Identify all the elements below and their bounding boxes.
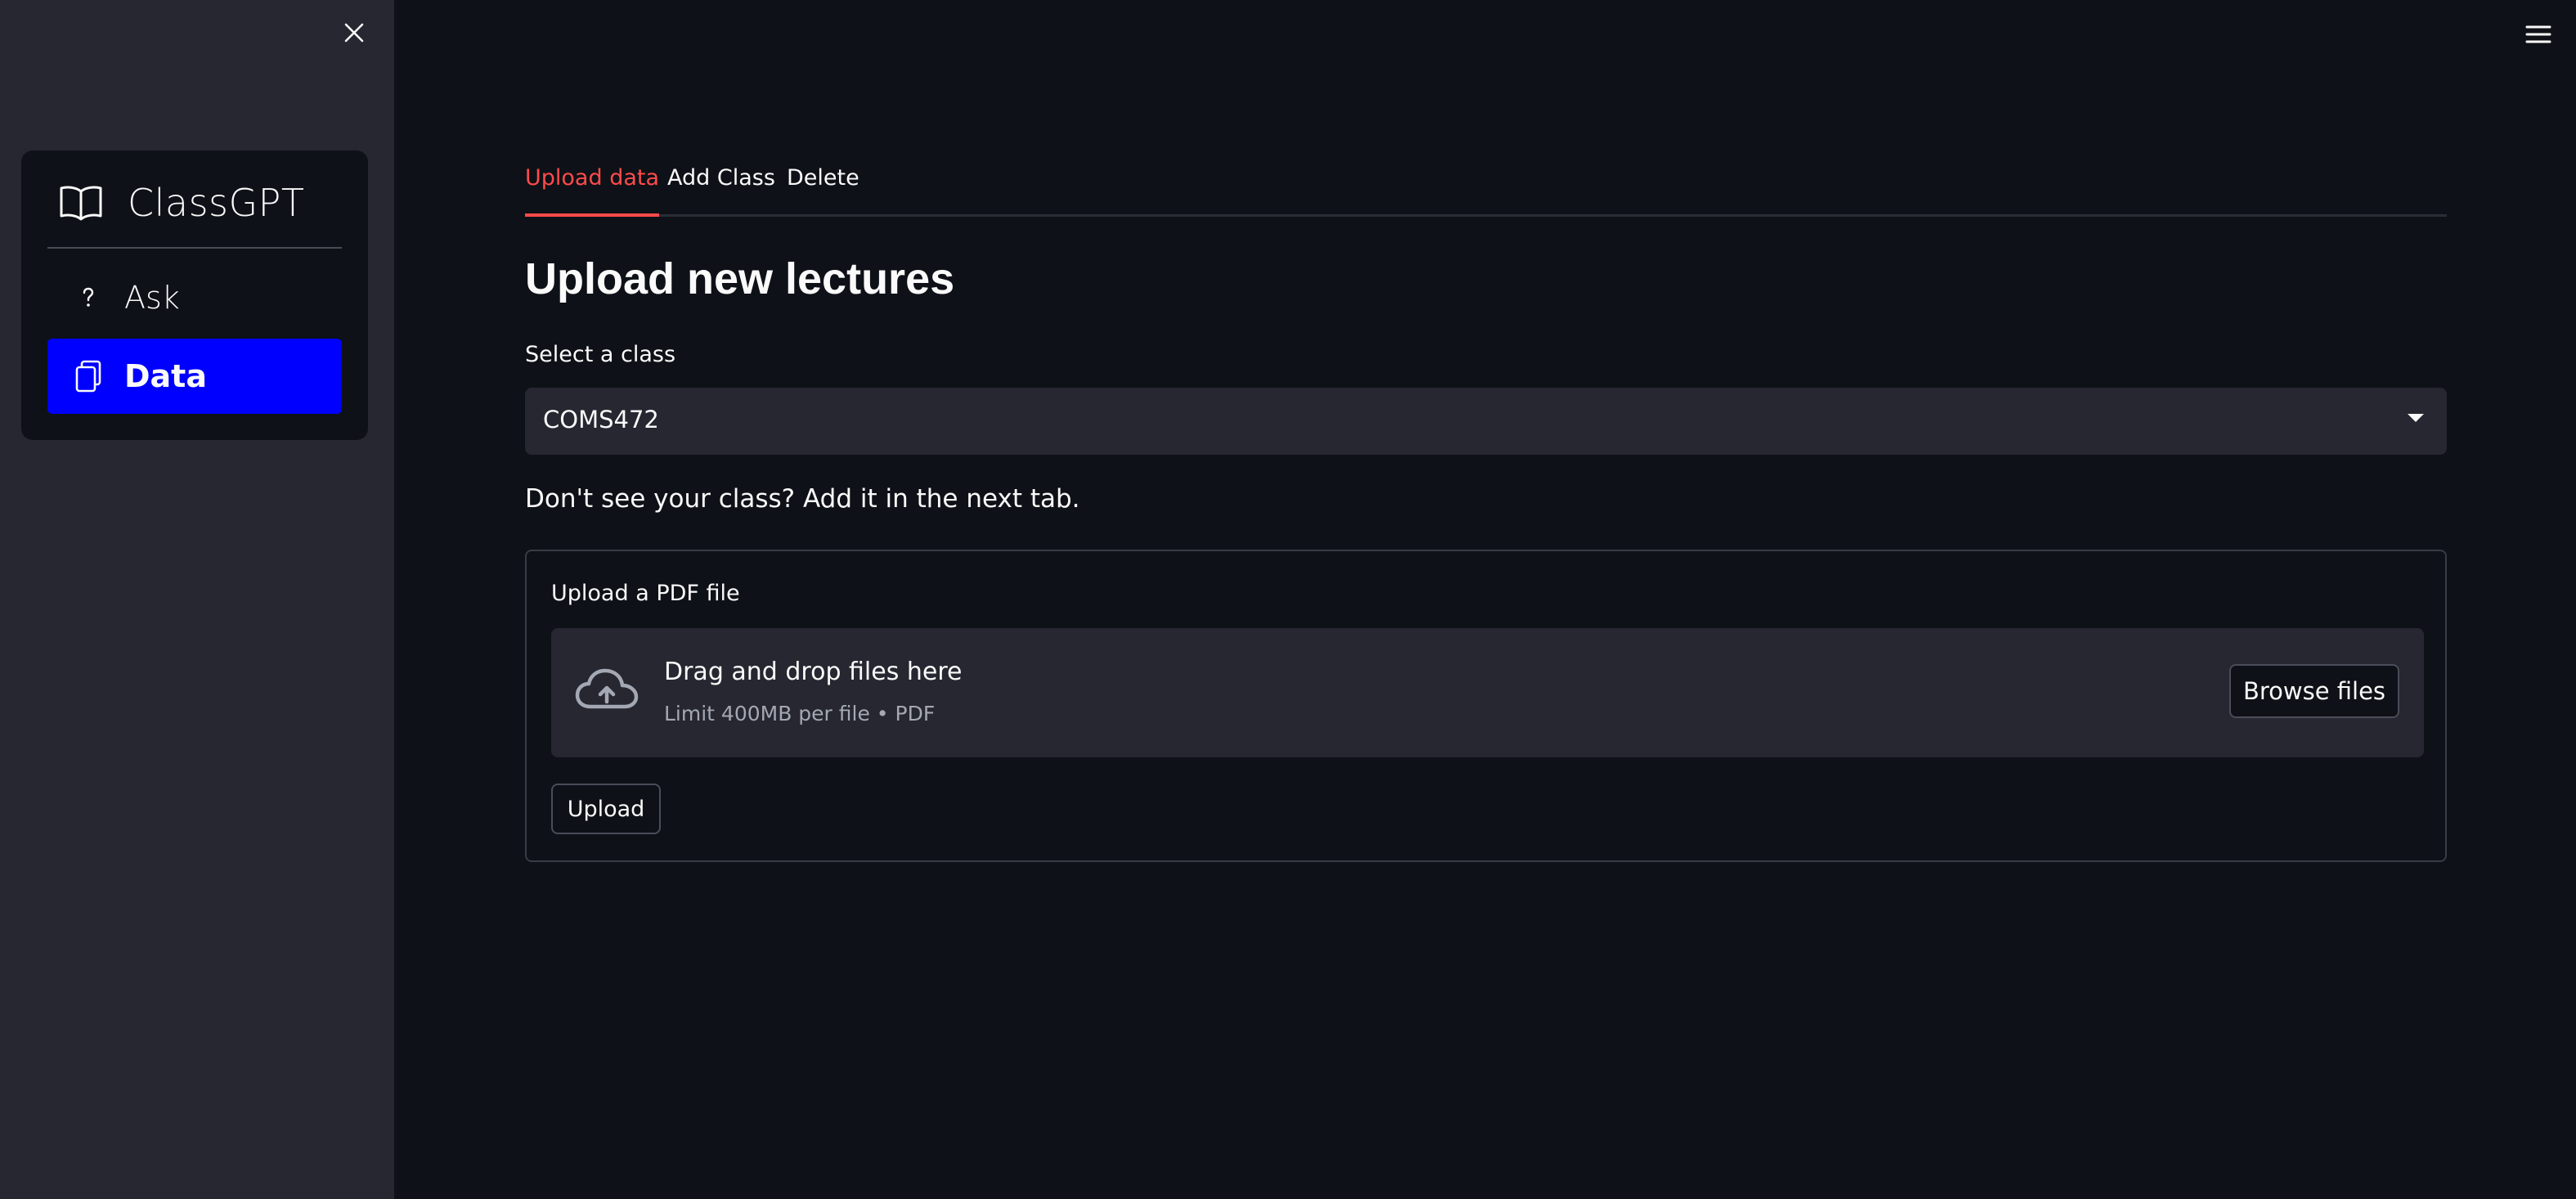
- tab-add-class[interactable]: Add Class: [667, 165, 775, 209]
- browse-files-button[interactable]: Browse files: [2229, 664, 2399, 718]
- files-icon: [72, 360, 105, 393]
- add-class-hint: Don't see your class? Add it in the next…: [525, 484, 1080, 514]
- tab-delete[interactable]: Delete: [787, 165, 859, 209]
- file-uploader-label: Upload a PDF file: [551, 581, 740, 606]
- nav-header: ClassGPT: [47, 175, 342, 231]
- class-select-label: Select a class: [525, 342, 676, 367]
- upload-button[interactable]: Upload: [551, 784, 661, 834]
- nav-divider: [47, 247, 342, 249]
- sidebar: ClassGPT Ask Data: [0, 0, 394, 1199]
- nav-item-label: Data: [124, 358, 207, 394]
- dropzone-title: Drag and drop files here: [664, 658, 963, 686]
- main-menu-button[interactable]: [2522, 20, 2555, 49]
- file-dropzone[interactable]: Drag and drop files here Limit 400MB per…: [551, 628, 2424, 757]
- book-open-icon: [60, 186, 102, 221]
- tab-bar: Upload data Add Class Delete: [525, 160, 2447, 217]
- class-select-value: COMS472: [543, 406, 659, 433]
- nav-item-ask[interactable]: Ask: [47, 260, 342, 335]
- close-icon: [344, 23, 364, 43]
- chevron-down-icon: [2408, 414, 2424, 422]
- upload-form: Upload a PDF file Drag and drop files he…: [525, 550, 2447, 862]
- app-title: ClassGPT: [128, 181, 305, 225]
- hamburger-menu-icon: [2525, 25, 2551, 43]
- nav-item-data[interactable]: Data: [47, 339, 342, 414]
- dropzone-limit-text: Limit 400MB per file • PDF: [664, 702, 936, 725]
- question-mark-icon: [72, 281, 105, 314]
- cloud-upload-icon: [575, 668, 639, 709]
- app-root: ClassGPT Ask Data Upload data Add Class …: [0, 0, 2576, 1199]
- close-sidebar-button[interactable]: [335, 18, 373, 47]
- nav-item-label: Ask: [124, 280, 180, 316]
- tab-upload-data[interactable]: Upload data: [525, 165, 660, 217]
- navigation-menu: ClassGPT Ask Data: [21, 150, 368, 440]
- class-select[interactable]: COMS472: [525, 388, 2447, 455]
- page-title: Upload new lectures: [525, 254, 955, 303]
